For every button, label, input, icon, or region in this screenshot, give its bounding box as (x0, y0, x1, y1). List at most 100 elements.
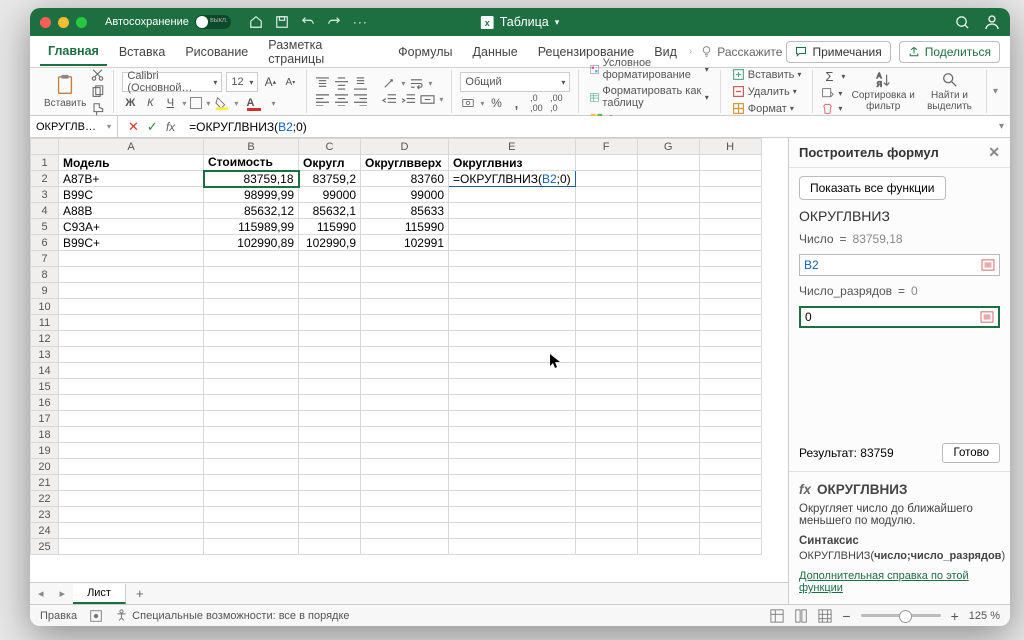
more-help-link[interactable]: Дополнительная справка по этой функции (799, 570, 1000, 594)
comments-button[interactable]: Примечания (786, 41, 890, 63)
autosum-icon[interactable]: Σ (821, 69, 837, 85)
normal-view-icon[interactable] (770, 609, 784, 623)
font-size-select[interactable]: 12▾ (226, 72, 258, 92)
fx-icon[interactable]: fx (166, 120, 175, 134)
cell[interactable]: Округлвниз (449, 155, 576, 171)
tab-data[interactable]: Данные (465, 39, 526, 65)
cell[interactable] (449, 235, 576, 251)
align-left-icon[interactable] (315, 93, 330, 106)
orientation-icon[interactable] (382, 77, 397, 90)
cell[interactable] (449, 187, 576, 203)
cell[interactable] (575, 187, 637, 203)
cell[interactable] (637, 171, 699, 187)
col-header[interactable]: D (361, 139, 449, 155)
cell[interactable]: Округл (299, 155, 361, 171)
row-header[interactable]: 5 (31, 219, 59, 235)
range-picker-icon[interactable] (981, 259, 995, 271)
cell[interactable] (575, 171, 637, 187)
spreadsheet-grid[interactable]: A B C D E F G H 1 Модель Стоимость Округ… (30, 138, 762, 555)
italic-button[interactable]: К (142, 95, 158, 111)
tab-home[interactable]: Главная (40, 38, 107, 66)
close-panel-icon[interactable]: ✕ (988, 144, 1000, 161)
more-icon[interactable]: ··· (353, 15, 368, 29)
row-header[interactable]: 1 (31, 155, 59, 171)
row-header[interactable]: 18 (31, 427, 59, 443)
cell[interactable]: 115990 (361, 219, 449, 235)
cell[interactable] (575, 235, 637, 251)
conditional-format-button[interactable]: Условное форматирование▾ (587, 56, 711, 82)
cell[interactable]: 99000 (299, 187, 361, 203)
tell-me[interactable]: Расскажите (700, 45, 782, 59)
add-sheet-button[interactable]: + (126, 584, 154, 603)
fill-color-icon[interactable] (214, 95, 230, 111)
col-header[interactable]: C (299, 139, 361, 155)
row-header[interactable]: 21 (31, 475, 59, 491)
find-select-button[interactable]: Найти и выделить (921, 71, 978, 112)
save-icon[interactable] (275, 15, 289, 29)
redo-icon[interactable] (327, 15, 341, 29)
user-icon[interactable] (984, 14, 1000, 30)
cell[interactable] (699, 235, 761, 251)
cell[interactable]: 83760 (361, 171, 449, 187)
row-header[interactable]: 12 (31, 331, 59, 347)
cancel-icon[interactable]: ✕ (128, 119, 139, 135)
cell[interactable]: A88B (59, 203, 204, 219)
switch-icon[interactable]: выкл. (195, 15, 231, 29)
cell[interactable]: 102990,89 (204, 235, 299, 251)
row-header[interactable]: 8 (31, 267, 59, 283)
percent-icon[interactable]: % (488, 95, 504, 111)
increase-indent-icon[interactable] (401, 93, 416, 106)
col-header[interactable]: A (59, 139, 204, 155)
maximize-icon[interactable] (76, 17, 87, 28)
col-header[interactable]: E (449, 139, 576, 155)
cell[interactable] (449, 219, 576, 235)
cell[interactable] (637, 235, 699, 251)
cell[interactable]: 83759,2 (299, 171, 361, 187)
cell[interactable] (699, 171, 761, 187)
page-break-icon[interactable] (818, 609, 832, 623)
align-top-icon[interactable] (315, 77, 330, 90)
cell[interactable] (637, 155, 699, 171)
name-box[interactable]: ОКРУГЛВ…▾ (30, 116, 118, 137)
cell[interactable] (699, 203, 761, 219)
bold-button[interactable]: Ж (122, 95, 138, 111)
cell[interactable]: Стоимость (204, 155, 299, 171)
zoom-out-button[interactable]: − (842, 608, 850, 624)
row-header[interactable]: 4 (31, 203, 59, 219)
chevron-down-icon[interactable]: ▾ (555, 17, 560, 28)
accessibility-status[interactable]: Специальные возможности: все в порядке (115, 609, 349, 622)
format-table-button[interactable]: Форматировать как таблицу▾ (587, 84, 711, 110)
row-header[interactable]: 20 (31, 459, 59, 475)
align-center-icon[interactable] (334, 93, 349, 106)
row-header[interactable]: 9 (31, 283, 59, 299)
cell[interactable] (575, 155, 637, 171)
format-cells-button[interactable]: Формат▾ (729, 101, 805, 116)
arg1-input[interactable]: B2 (799, 254, 1000, 276)
decrease-indent-icon[interactable] (382, 93, 397, 106)
row-header[interactable]: 16 (31, 395, 59, 411)
cell[interactable]: 115989,99 (204, 219, 299, 235)
cell[interactable]: 85632,1 (299, 203, 361, 219)
cell[interactable]: A87B+ (59, 171, 204, 187)
row-header[interactable]: 19 (31, 443, 59, 459)
merge-icon[interactable] (420, 93, 435, 106)
align-bottom-icon[interactable] (353, 77, 368, 90)
format-painter-icon[interactable] (90, 102, 105, 116)
undo-icon[interactable] (301, 15, 315, 29)
row-header[interactable]: 11 (31, 315, 59, 331)
tab-layout[interactable]: Разметка страницы (260, 32, 386, 72)
document-title[interactable]: x Таблица ▾ (481, 15, 560, 29)
formula-input[interactable]: =ОКРУГЛВНИЗ(B2;0) (185, 120, 311, 134)
wrap-text-icon[interactable] (409, 77, 424, 90)
comma-icon[interactable]: , (508, 95, 524, 111)
col-header[interactable]: G (637, 139, 699, 155)
show-all-functions-button[interactable]: Показать все функции (799, 176, 946, 200)
cell[interactable] (575, 203, 637, 219)
expand-formula-icon[interactable]: ▾ (993, 121, 1010, 132)
border-icon[interactable] (190, 97, 202, 109)
close-icon[interactable] (40, 17, 51, 28)
prev-sheet-icon[interactable]: ◂ (30, 587, 52, 600)
cell[interactable]: 85632,12 (204, 203, 299, 219)
done-button[interactable]: Готово (942, 443, 1000, 463)
cell[interactable]: 98999,99 (204, 187, 299, 203)
